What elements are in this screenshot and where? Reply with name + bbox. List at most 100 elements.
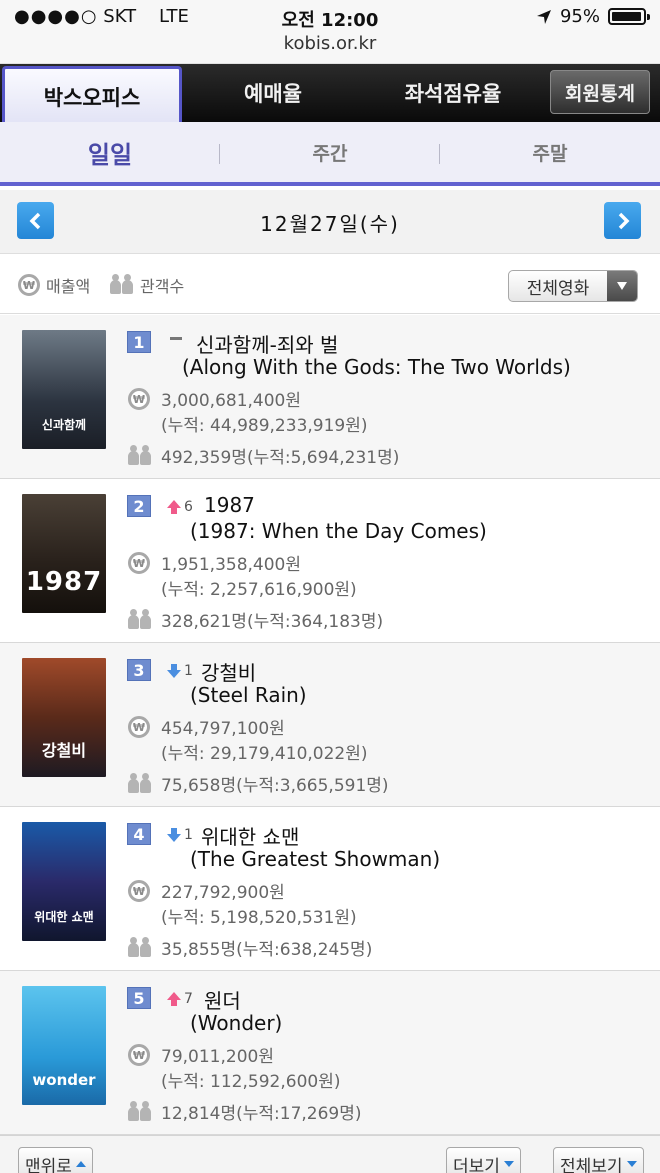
audience-count: 12,814명(누적:17,269명) [161,1104,362,1124]
movie-title-en: (Wonder) [190,1011,283,1035]
audience-count: 35,855명(누적:638,245명) [161,940,373,960]
arrow-up-icon [167,500,181,514]
rank-change-value: 1 [184,827,193,843]
tab-weekend[interactable]: 주말 [440,122,660,182]
poster-title: 위대한 쇼맨 [34,910,94,924]
daily-sales: 454,797,100원 [161,719,285,739]
arrow-down-icon [167,664,181,678]
movie-title-ko[interactable]: 원더 [204,985,241,1014]
movie-poster[interactable]: 위대한 쇼맨 [22,822,106,941]
list-item[interactable]: 1987 2 6 1987 (1987: When the Day Comes)… [0,479,660,643]
tab-reservation-rate[interactable]: 예매율 [184,64,362,122]
people-icon [128,609,152,629]
legend-audience: 관객수 [110,273,184,297]
poster-title: 강철비 [41,741,87,760]
scroll-top-label: 맨위로 [25,1156,72,1173]
cumulative-sales: (누적: 44,989,233,919원) [161,416,368,436]
main-tab-bar: 박스오피스 예매율 좌석점유율 회원통계 [0,64,660,124]
arrow-down-icon [626,1161,637,1167]
current-date: 12월27일(수) [260,212,400,236]
movie-filter-select[interactable]: 전체영화 [508,270,638,302]
dropdown-arrow-icon [607,271,637,301]
people-icon [110,274,134,294]
view-all-button[interactable]: 전체보기 [553,1147,644,1173]
poster-title: wonder [32,1071,96,1089]
list-item[interactable]: 위대한 쇼맨 4 1 위대한 쇼맨 (The Greatest Showman)… [0,807,660,971]
movie-title-ko[interactable]: 위대한 쇼맨 [201,821,299,850]
daily-sales: 3,000,681,400원 [161,391,302,411]
rank-change: 6 [166,499,193,515]
list-item[interactable]: wonder 5 7 원더 (Wonder) ₩ 79,011,200원 (누적… [0,971,660,1135]
daily-sales: 79,011,200원 [161,1047,274,1067]
chevron-right-icon [618,212,629,229]
rank-change [170,335,182,340]
movie-poster[interactable]: 1987 [22,494,106,613]
battery-percent: 95% [559,6,600,27]
movie-title-en: (1987: When the Day Comes) [190,519,487,543]
audience-count: 492,359명(누적:5,694,231명) [161,448,400,468]
movie-title-ko[interactable]: 1987 [204,493,255,517]
tab-member-stats[interactable]: 회원통계 [550,70,650,114]
legend-row: ₩ 매출액 관객수 전체영화 [0,255,660,314]
rank-change-value: 7 [184,991,193,1007]
cumulative-sales: (누적: 5,198,520,531원) [161,908,357,928]
movie-title-ko[interactable]: 강철비 [201,657,256,686]
won-coin-icon: ₩ [128,552,150,574]
battery-icon [608,8,650,25]
cumulative-sales: (누적: 112,592,600원) [161,1072,341,1092]
list-item[interactable]: 강철비 3 1 강철비 (Steel Rain) ₩ 454,797,100원 … [0,643,660,807]
scroll-top-button[interactable]: 맨위로 [18,1147,93,1173]
audience-count: 75,658명(누적:3,665,591명) [161,776,389,796]
movie-title-en: (Steel Rain) [190,683,307,707]
rank-badge: 4 [127,823,151,845]
poster-title: 신과함께 [41,418,87,432]
won-coin-icon: ₩ [128,716,150,738]
tab-daily[interactable]: 일일 [0,122,220,182]
people-icon [128,937,152,957]
list-item[interactable]: 신과함께 1 신과함께-죄와 벌 (Along With the Gods: T… [0,315,660,479]
daily-sales: 227,792,900원 [161,883,285,903]
people-icon [128,1101,152,1121]
no-change-icon [170,337,182,340]
sub-tab-bar: 일일 주간 주말 [0,122,660,186]
rank-badge: 3 [127,659,151,681]
poster-title: 1987 [25,567,103,597]
rank-badge: 5 [127,987,151,1009]
movie-title-en: (The Greatest Showman) [190,847,441,871]
rank-change: 7 [166,991,193,1007]
won-coin-icon: ₩ [128,880,150,902]
location-arrow-icon [536,9,551,24]
status-bar: ●●●●○ SKT LTE 오전 12:00 95% kobis.or.kr [0,0,660,64]
won-coin-icon: ₩ [128,1044,150,1066]
rank-change: 1 [166,827,193,843]
legend-audience-label: 관객수 [140,277,185,296]
address-url[interactable]: kobis.or.kr [0,33,660,54]
tab-weekly[interactable]: 주간 [220,122,440,182]
battery-fill [612,12,641,21]
tab-box-office[interactable]: 박스오피스 [2,66,182,124]
movie-title-ko[interactable]: 신과함께-죄와 벌 [196,329,338,358]
legend-sales: ₩ 매출액 [18,273,90,297]
status-right: 95% [536,6,650,27]
movie-poster[interactable]: wonder [22,986,106,1105]
arrow-down-icon [503,1161,514,1167]
daily-sales: 1,951,358,400원 [161,555,302,575]
movie-filter-value: 전체영화 [526,278,590,299]
audience-count: 328,621명(누적:364,183명) [161,612,384,632]
bottom-bar: 맨위로 더보기 전체보기 [0,1135,660,1173]
movie-poster[interactable]: 신과함께 [22,330,106,449]
tab-seat-occupancy[interactable]: 좌석점유율 [362,64,544,122]
people-icon [128,445,152,465]
cumulative-sales: (누적: 29,179,410,022원) [161,744,368,764]
box-office-list: 신과함께 1 신과함께-죄와 벌 (Along With the Gods: T… [0,315,660,1135]
won-coin-icon: ₩ [18,274,40,296]
next-date-button[interactable] [604,202,641,239]
rank-badge: 1 [127,331,151,353]
won-coin-icon: ₩ [128,388,150,410]
rank-badge: 2 [127,495,151,517]
rank-change: 1 [166,663,193,679]
rank-change-value: 6 [184,499,193,515]
arrow-down-icon [167,828,181,842]
more-button[interactable]: 더보기 [446,1147,521,1173]
movie-poster[interactable]: 강철비 [22,658,106,777]
